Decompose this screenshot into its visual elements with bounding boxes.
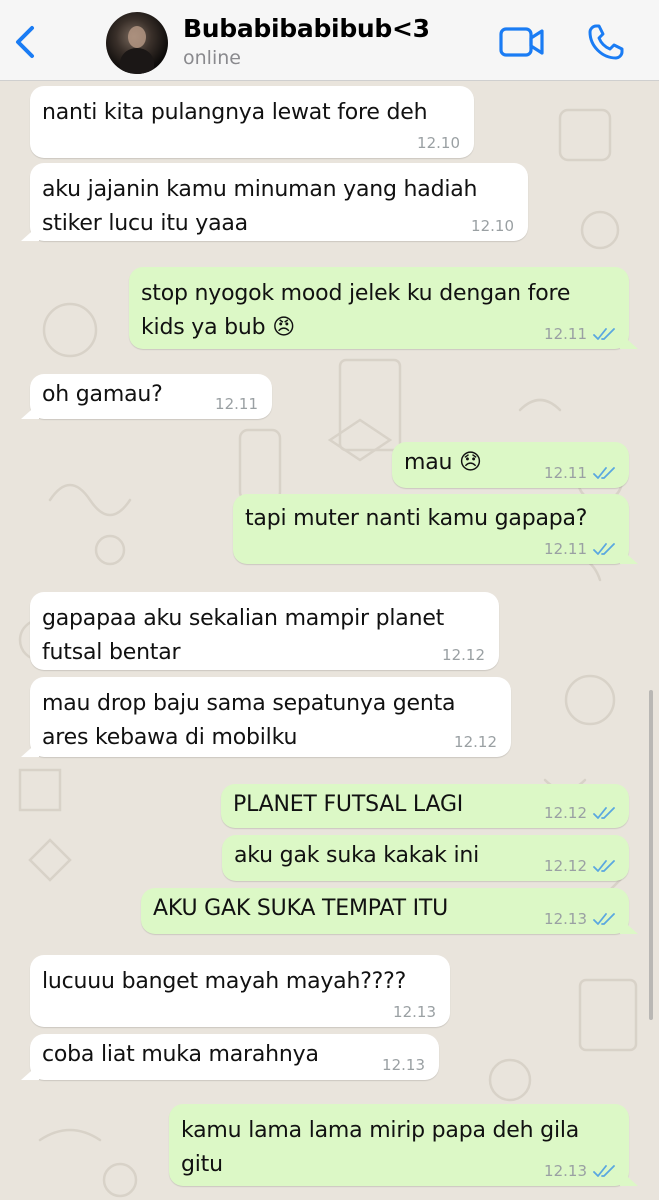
message-text: AKU GAK SUKA TEMPAT ITU <box>153 896 449 921</box>
avatar-face <box>128 26 146 48</box>
message-text: mau 😞 <box>404 450 482 475</box>
message-bubble-incoming[interactable]: gapapaa aku sekalian mampir planet futsa… <box>30 592 499 670</box>
message-bubble-incoming[interactable]: mau drop baju sama sepatunya genta ares … <box>30 677 511 757</box>
message-bubble-incoming[interactable]: coba liat muka marahnya 12.13 <box>30 1034 439 1080</box>
message-time: 12.11 <box>544 540 587 558</box>
voice-call-button[interactable] <box>586 22 626 62</box>
message-text: tapi muter nanti kamu gapapa? <box>245 506 588 531</box>
message-bubble-incoming[interactable]: nanti kita pulangnya lewat fore deh 12.1… <box>30 86 474 158</box>
double-check-icon <box>593 328 615 340</box>
contact-name[interactable]: Bubabibabibub<3 <box>183 14 430 43</box>
message-bubble-outgoing[interactable]: stop nyogok mood jelek ku dengan fore ki… <box>129 267 629 349</box>
message-text: coba liat muka marahnya <box>42 1042 319 1067</box>
message-time: 12.11 <box>544 464 587 482</box>
message-bubble-outgoing[interactable]: mau 😞 12.11 <box>392 442 629 488</box>
avatar-body <box>120 48 154 74</box>
message-time: 12.12 <box>454 733 497 751</box>
message-bubble-outgoing[interactable]: kamu lama lama mirip papa deh gila gitu … <box>169 1104 629 1186</box>
message-text: lucuuu banget mayah mayah???? <box>42 969 407 994</box>
message-time: 12.12 <box>544 857 587 875</box>
message-text: mau drop baju sama sepatunya genta ares … <box>42 691 456 750</box>
scrollbar[interactable] <box>649 690 653 1020</box>
chat-area[interactable]: nanti kita pulangnya lewat fore deh 12.1… <box>0 80 659 1200</box>
message-time: 12.12 <box>442 646 485 664</box>
video-call-button[interactable] <box>498 24 546 60</box>
phone-icon <box>588 24 624 60</box>
message-time: 12.13 <box>544 1162 587 1180</box>
message-bubble-outgoing[interactable]: AKU GAK SUKA TEMPAT ITU 12.13 <box>141 888 629 934</box>
message-time: 12.13 <box>544 910 587 928</box>
back-button[interactable] <box>10 22 40 62</box>
message-text: PLANET FUTSAL LAGI <box>233 792 464 817</box>
message-bubble-incoming[interactable]: aku jajanin kamu minuman yang hadiah sti… <box>30 163 528 241</box>
double-check-icon <box>593 807 615 819</box>
message-bubble-incoming[interactable]: lucuuu banget mayah mayah???? 12.13 <box>30 955 450 1027</box>
message-bubble-outgoing[interactable]: tapi muter nanti kamu gapapa? 12.11 <box>233 494 629 564</box>
message-time: 12.10 <box>471 217 514 235</box>
double-check-icon <box>593 1165 615 1177</box>
message-text: stop nyogok mood jelek ku dengan fore ki… <box>141 281 571 340</box>
message-time: 12.10 <box>417 134 460 152</box>
double-check-icon <box>593 913 615 925</box>
message-text: aku gak suka kakak ini <box>234 843 480 868</box>
message-time: 12.13 <box>393 1003 436 1021</box>
message-text: gapapaa aku sekalian mampir planet futsa… <box>42 606 445 665</box>
message-time: 12.13 <box>382 1056 425 1074</box>
message-time: 12.12 <box>544 804 587 822</box>
message-time: 12.11 <box>544 325 587 343</box>
double-check-icon <box>593 860 615 872</box>
chevron-left-icon <box>16 26 34 58</box>
chat-header: Bubabibabibub<3 online <box>0 0 659 81</box>
video-call-icon <box>499 27 544 57</box>
avatar[interactable] <box>106 12 168 74</box>
message-text: oh gamau? <box>42 382 163 407</box>
double-check-icon <box>593 543 615 555</box>
message-text: kamu lama lama mirip papa deh gila gitu <box>181 1118 580 1177</box>
message-text: nanti kita pulangnya lewat fore deh <box>42 100 428 125</box>
message-text: aku jajanin kamu minuman yang hadiah sti… <box>42 177 478 236</box>
message-bubble-incoming[interactable]: oh gamau? 12.11 <box>30 374 272 419</box>
double-check-icon <box>593 467 615 479</box>
message-bubble-outgoing[interactable]: aku gak suka kakak ini 12.12 <box>222 835 629 881</box>
message-time: 12.11 <box>215 395 258 413</box>
message-bubble-outgoing[interactable]: PLANET FUTSAL LAGI 12.12 <box>221 784 629 828</box>
contact-status: online <box>183 47 241 69</box>
